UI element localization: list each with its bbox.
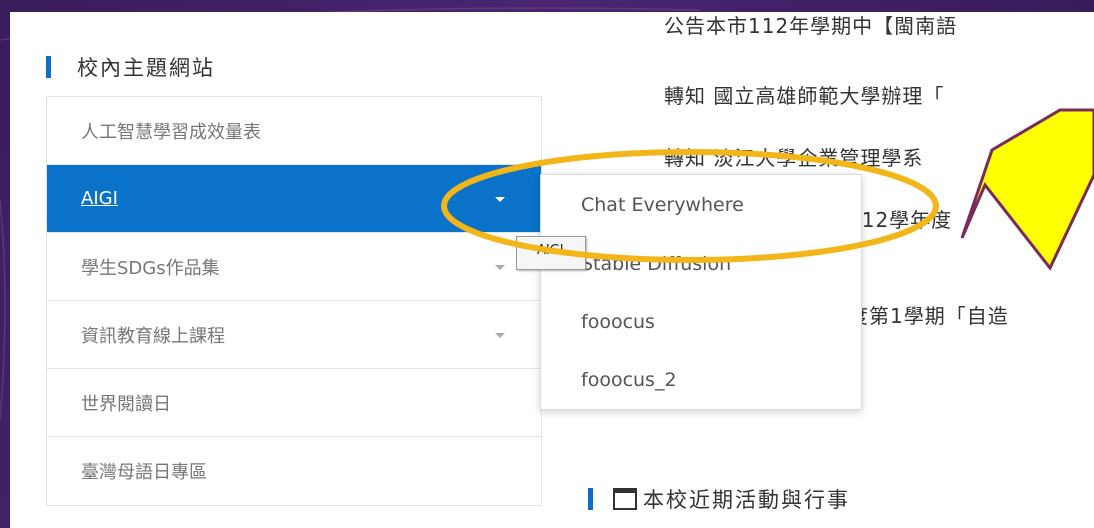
sidebar-item-label: 學生SDGs作品集 — [81, 257, 220, 279]
submenu-item-label: fooocus_2 — [581, 369, 677, 391]
sidebar-title: 校內主題網站 — [46, 52, 215, 82]
submenu-item-fooocus[interactable]: fooocus — [541, 293, 861, 351]
submenu-item-chat-everywhere[interactable]: Chat Everywhere — [541, 175, 861, 235]
announcement-text: 112學年度 — [848, 208, 953, 232]
announcement-text: 轉知 國立高雄師範大學辦理「 — [664, 84, 945, 108]
sidebar-item-label: 臺灣母語日專區 — [81, 462, 207, 483]
sidebar-item-aigi[interactable]: AIGI — [47, 165, 541, 233]
calendar-icon — [613, 488, 637, 510]
announcement-item[interactable]: 度第1學期「自造 — [848, 300, 1009, 329]
section-heading-events: 本校近期活動與行事 — [588, 484, 850, 514]
submenu-item-fooocus-2[interactable]: fooocus_2 — [541, 351, 861, 409]
chevron-down-icon[interactable] — [495, 332, 505, 338]
title-accent-bar — [46, 56, 51, 78]
announcement-item[interactable]: 轉知 淡江大學企業管理學系 — [664, 142, 923, 171]
submenu-item-stable-diffusion[interactable]: Stable Diffusion — [541, 235, 861, 293]
sidebar-item-label: AIGI — [81, 188, 118, 209]
sidebar-item-label: 人工智慧學習成效量表 — [81, 121, 261, 143]
title-accent-bar — [588, 488, 593, 510]
sidebar-item-mother-tongue[interactable]: 臺灣母語日專區 — [47, 437, 541, 505]
submenu-item-label: fooocus — [581, 311, 655, 333]
sidebar-item-it-courses[interactable]: 資訊教育線上課程 — [47, 301, 541, 369]
announcement-item[interactable]: 112學年度 — [848, 204, 952, 233]
tooltip-text: AIGI — [537, 243, 564, 258]
aigi-submenu: Chat Everywhere Stable Diffusion fooocus… — [540, 174, 862, 410]
announcement-text: 公告本市112年學期中【閩南語 — [664, 14, 958, 38]
sidebar-item-reading-day[interactable]: 世界閱讀日 — [47, 369, 541, 437]
submenu-item-label: Chat Everywhere — [581, 194, 744, 216]
announcement-item[interactable]: 轉知 國立高雄師範大學辦理「 — [664, 80, 944, 109]
sidebar-item-ai-learning[interactable]: 人工智慧學習成效量表 — [47, 97, 541, 165]
announcement-text: 度第1學期「自造 — [848, 304, 1009, 328]
sidebar-item-label: 世界閱讀日 — [81, 393, 171, 415]
announcement-item[interactable]: 公告本市112年學期中【閩南語 — [664, 12, 957, 39]
hover-tooltip: AIGI — [516, 236, 586, 270]
sidebar-title-text: 校內主題網站 — [77, 56, 215, 80]
screenshot-panel: 校內主題網站 人工智慧學習成效量表 AIGI 學生SDGs作品集 資訊教育線上課… — [10, 12, 1094, 528]
sidebar-menu: 人工智慧學習成效量表 AIGI 學生SDGs作品集 資訊教育線上課程 世界閱讀日… — [46, 96, 542, 506]
chevron-down-icon[interactable] — [495, 264, 505, 270]
announcement-text: 轉知 淡江大學企業管理學系 — [664, 146, 924, 170]
section-title: 本校近期活動與行事 — [643, 488, 850, 512]
sidebar-item-label: 資訊教育線上課程 — [81, 325, 225, 347]
chevron-down-icon[interactable] — [495, 196, 505, 202]
sidebar-item-sdgs[interactable]: 學生SDGs作品集 — [47, 233, 541, 301]
submenu-item-label: Stable Diffusion — [581, 253, 732, 275]
